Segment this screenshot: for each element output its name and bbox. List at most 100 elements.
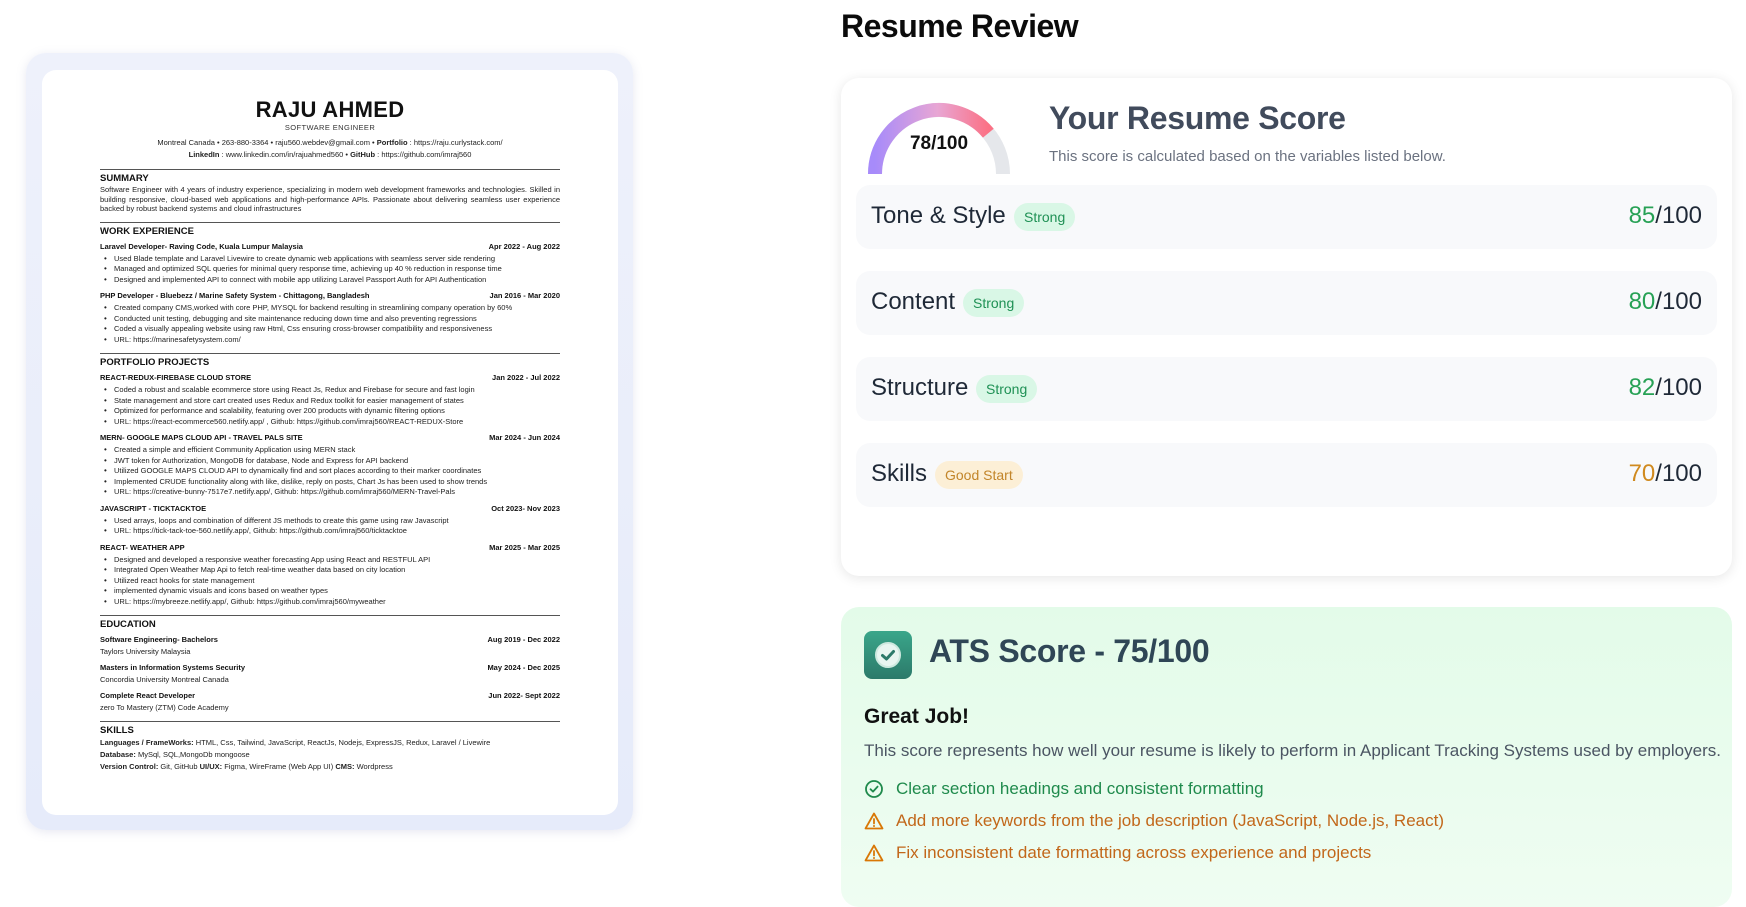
resume-role: SOFTWARE ENGINEER bbox=[284, 123, 376, 132]
project-title: JAVASCRIPT - TICKTACKTOE bbox=[100, 503, 207, 513]
skill-value: Figma, WireFrame (Web App UI) bbox=[222, 762, 336, 771]
ats-tip-text: Fix inconsistent date formatting across … bbox=[896, 843, 1372, 862]
warning-icon bbox=[864, 811, 884, 831]
skill-value: MySql, SQL,MongoDb mongoose bbox=[135, 750, 250, 759]
resume-education-section: EDUCATION Software Engineering- Bachelor… bbox=[100, 615, 560, 713]
contact-label: GitHub bbox=[350, 150, 376, 159]
status-badge: Strong bbox=[963, 289, 1025, 317]
ats-tip: Fix inconsistent date formatting across … bbox=[864, 841, 1371, 865]
contact-label: LinkedIn bbox=[188, 150, 220, 159]
resume-summary-section: SUMMARY Software Engineer with 4 years o… bbox=[100, 169, 560, 214]
ats-tip-text: Clear section headings and consistent fo… bbox=[896, 779, 1264, 798]
project-header: REACT-REDUX-FIREBASE CLOUD STORE Jan 2022… bbox=[100, 373, 560, 383]
bullet-item: Created company CMS,worked with core PHP… bbox=[100, 303, 560, 314]
bullet-item: Designed and implemented API to connect … bbox=[100, 275, 560, 286]
resume-name: RAJU AHMED bbox=[255, 97, 405, 122]
job-title: Laravel Developer- Raving Code, Kuala Lu… bbox=[100, 241, 303, 251]
score-title: Your Resume Score bbox=[1049, 100, 1346, 136]
skill-value: Git, GitHub bbox=[158, 762, 200, 771]
resume-preview: RAJU AHMED SOFTWARE ENGINEER Montreal Ca… bbox=[42, 70, 618, 815]
education-dates: Aug 2019 - Dec 2022 bbox=[487, 635, 560, 644]
contact-text: : https://github.com/imraj560 bbox=[375, 150, 472, 159]
resume-score-card: 78/100 Your Resume Score This score is c… bbox=[841, 78, 1732, 576]
job-header: PHP Developer - Bluebezz / Marine Safety… bbox=[100, 291, 560, 301]
education-list: Software Engineering- Bachelors Aug 2019 … bbox=[100, 635, 560, 713]
category-row: Content Strong 80/100 bbox=[856, 271, 1717, 335]
projects-list: REACT-REDUX-FIREBASE CLOUD STORE Jan 2022… bbox=[100, 373, 560, 607]
bullet-item: Created a simple and efficient Community… bbox=[100, 445, 560, 456]
category-label: Tone & Style bbox=[871, 202, 1006, 229]
ats-badge-icon bbox=[864, 631, 912, 679]
category-label: Content bbox=[871, 288, 956, 315]
category-score: 70/100 bbox=[1629, 460, 1702, 488]
education-degree: Software Engineering- Bachelors bbox=[100, 635, 218, 644]
skill-value: HTML, Css, Tailwind, JavaScript, ReactJs… bbox=[193, 738, 491, 747]
section-heading: EDUCATION bbox=[100, 619, 156, 630]
job-title: PHP Developer - Bluebezz / Marine Safety… bbox=[100, 291, 370, 300]
bullet-item: URL: https://mybreeze.netlify.app/, Gith… bbox=[100, 597, 560, 608]
project-bullets: Coded a robust and scalable ecommerce st… bbox=[100, 385, 560, 427]
job-bullets: Created company CMS,worked with core PHP… bbox=[100, 303, 560, 345]
category-label: Skills bbox=[871, 460, 928, 487]
status-badge: Strong bbox=[1014, 203, 1076, 231]
education-header: Complete React Developer Jun 2022- Sept 2… bbox=[100, 691, 560, 701]
ats-tip-text: Add more keywords from the job descripti… bbox=[896, 811, 1445, 830]
category-score: 80/100 bbox=[1629, 288, 1702, 316]
job-dates: Jan 2016 - Mar 2020 bbox=[489, 291, 560, 300]
education-dates: Jun 2022- Sept 2022 bbox=[488, 691, 560, 700]
project-header: JAVASCRIPT - TICKTACKTOE Oct 2023- Nov 20… bbox=[100, 504, 560, 514]
ats-tip: Add more keywords from the job descripti… bbox=[864, 809, 1444, 833]
page-title: Resume Review bbox=[841, 8, 1079, 44]
project-dates: Jan 2022 - Jul 2022 bbox=[492, 373, 560, 382]
bullet-item: Utilized GOOGLE MAPS CLOUD API to dynami… bbox=[100, 466, 560, 477]
status-badge: Strong bbox=[976, 375, 1038, 403]
bullet-item: implemented dynamic visuals and icons ba… bbox=[100, 586, 560, 597]
skill-line: Version Control: Git, GitHub UI/UX: Figm… bbox=[100, 761, 560, 773]
resume-skills-section: SKILLS Languages / FrameWorks: HTML, Css… bbox=[100, 721, 560, 773]
project-dates: Mar 2024 - Jun 2024 bbox=[489, 433, 560, 442]
ats-score-card: ATS Score - 75/100 Great Job! This score… bbox=[841, 607, 1732, 907]
ats-description: This score represents how well your resu… bbox=[864, 741, 1721, 760]
project-header: REACT- WEATHER APP Mar 2025 - Mar 2025 bbox=[100, 543, 560, 553]
education-school: zero To Mastery (ZTM) Code Academy bbox=[100, 703, 229, 712]
bullet-item: URL: https://marinesafetysystem.com/ bbox=[100, 335, 560, 346]
contact-label: Portfolio bbox=[376, 138, 408, 147]
status-badge: Good Start bbox=[935, 461, 1023, 489]
project-bullets: Created a simple and efficient Community… bbox=[100, 445, 560, 498]
bullet-item: Used Blade template and Laravel Livewire… bbox=[100, 254, 560, 265]
category-row: Structure Strong 82/100 bbox=[856, 357, 1717, 421]
category-row: Skills Good Start 70/100 bbox=[856, 443, 1717, 507]
category-label: Structure bbox=[871, 374, 969, 401]
skill-line: Database: MySql, SQL,MongoDb mongoose bbox=[100, 749, 560, 761]
warning-icon bbox=[864, 843, 884, 863]
bullet-item: URL: https://react-ecommerce560.netlify.… bbox=[100, 417, 560, 428]
project-title: REACT-REDUX-FIREBASE CLOUD STORE bbox=[100, 373, 252, 382]
bullet-item: JWT token for Authorization, MongoDB for… bbox=[100, 456, 560, 467]
contact-text: Montreal Canada • 263-880-3364 • raju560… bbox=[157, 138, 377, 147]
skill-value: Wordpress bbox=[354, 762, 393, 771]
job-dates: Apr 2022 - Aug 2022 bbox=[488, 241, 560, 251]
job-header: Laravel Developer- Raving Code, Kuala Lu… bbox=[100, 242, 560, 252]
education-school: Taylors University Malaysia bbox=[100, 647, 191, 656]
bullet-item: Coded a visually appealing website using… bbox=[100, 324, 560, 335]
project-header: MERN- GOOGLE MAPS CLOUD API - TRAVEL PAL… bbox=[100, 433, 560, 443]
skill-line: Languages / FrameWorks: HTML, Css, Tailw… bbox=[100, 737, 560, 749]
bullet-item: Integrated Open Weather Map Api to fetch… bbox=[100, 565, 560, 576]
skill-label: Database: bbox=[100, 750, 136, 759]
category-score-max: /100 bbox=[1655, 202, 1702, 229]
project-title: MERN- GOOGLE MAPS CLOUD API - TRAVEL PAL… bbox=[100, 433, 303, 442]
section-heading: SUMMARY bbox=[100, 173, 149, 184]
score-subtitle: This score is calculated based on the va… bbox=[1049, 148, 1446, 165]
category-row: Tone & Style Strong 85/100 bbox=[856, 185, 1717, 249]
category-score-max: /100 bbox=[1655, 460, 1702, 487]
project-dates: Mar 2025 - Mar 2025 bbox=[489, 542, 560, 552]
section-heading: WORK EXPERIENCE bbox=[100, 225, 194, 237]
category-score: 82/100 bbox=[1629, 374, 1702, 402]
gauge-score-text: 78/100 bbox=[909, 133, 969, 154]
bullet-item: Designed and developed a responsive weat… bbox=[100, 555, 560, 566]
education-degree: Complete React Developer bbox=[100, 691, 196, 700]
resume-portfolio-section: PORTFOLIO PROJECTS REACT-REDUX-FIREBASE … bbox=[100, 353, 560, 607]
bullet-item: Used arrays, loops and combination of di… bbox=[100, 516, 560, 527]
education-school: Concordia University Montreal Canada bbox=[100, 675, 229, 684]
jobs-list: Laravel Developer- Raving Code, Kuala Lu… bbox=[100, 242, 560, 346]
